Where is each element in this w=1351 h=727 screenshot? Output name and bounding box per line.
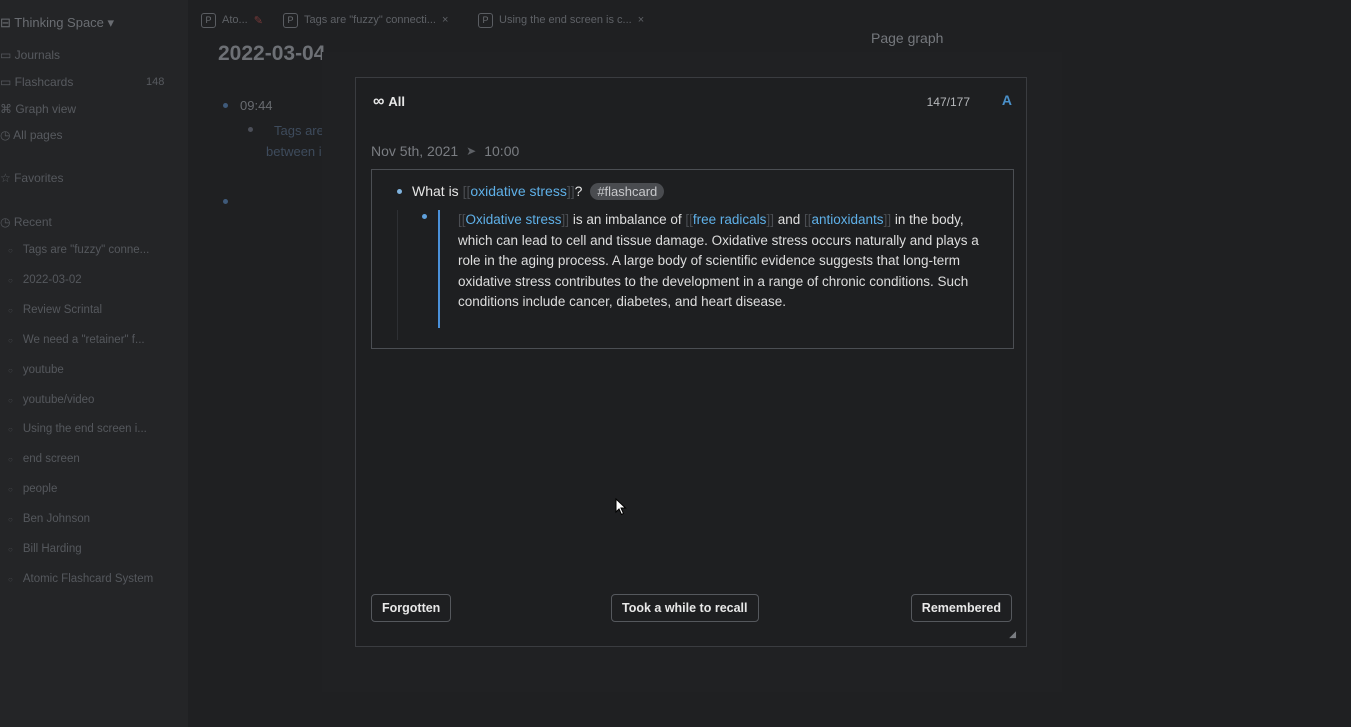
page-link[interactable]: antioxidants [812,212,884,227]
left-sidebar: ⊟ Thinking Space ▾ ▭ Journals ▭ Flashcar… [0,0,188,727]
clock-icon: ◷ [0,215,14,229]
tab-item[interactable]: P Tags are "fuzzy" connecti... × [283,8,448,32]
sidebar-item-flashcards[interactable]: ▭ Flashcards [0,75,73,89]
sidebar-item-graph-view[interactable]: ⌘ Graph view [0,102,76,116]
star-icon: ☆ [0,171,15,185]
workspace-selector[interactable]: ⊟ Thinking Space ▾ [0,15,114,31]
deck-selector[interactable]: ∞ All [373,93,406,110]
recent-item[interactable]: youtube/video [8,394,178,406]
recent-item[interactable]: Using the end screen i... [8,423,178,435]
recent-item[interactable]: Atomic Flashcard System [8,573,178,585]
recent-item[interactable]: Tags are "fuzzy" conne... [8,244,178,256]
toggle-mode-icon[interactable]: A [1002,92,1012,108]
bullet-icon[interactable] [422,214,427,219]
page-link[interactable]: oxidative stress [470,183,566,199]
block-time: 09:44 [240,98,273,113]
favorites-header[interactable]: ☆ Favorites [0,171,63,185]
tab-item[interactable]: P Ato... ✎ [201,8,263,32]
bullet-icon [223,103,228,108]
journal-date[interactable]: Nov 5th, 2021 [371,143,458,159]
remembered-button[interactable]: Remembered [910,594,1012,622]
recent-item[interactable]: end screen [8,453,178,465]
flashcard-icon: ▭ [0,75,15,89]
recent-item[interactable]: Bill Harding [8,543,178,555]
bullet-icon[interactable] [397,189,402,194]
bullet-icon [223,199,228,204]
calendar-icon: ▭ [0,48,15,62]
flashcard-content: What is [[oxidative stress]]? #flashcard… [371,169,1014,349]
pin-icon: ✎ [253,14,263,27]
recent-item[interactable]: Review Scrintal [8,304,178,316]
sidebar-item-all-pages[interactable]: ◷ All pages [0,128,63,142]
tab-item[interactable]: P Using the end screen is c... × [478,8,644,32]
bullet-icon [248,127,253,132]
graph-icon: ⌘ [0,102,16,116]
recent-item[interactable]: We need a "retainer" f... [8,334,178,346]
block-text: between i [266,144,322,159]
page-icon: P [201,12,216,28]
page-icon: P [478,12,493,28]
recent-header[interactable]: ◷ Recent [0,215,52,229]
recent-item[interactable]: youtube [8,364,178,376]
sidebar-item-journals[interactable]: ▭ Journals [0,48,60,62]
page-icon: P [283,12,298,28]
deck-name: All [388,94,406,109]
thread-guide [397,210,398,340]
block-date-breadcrumb: Nov 5th, 2021 ➤ 10:00 [371,143,519,159]
workspace-name: Thinking Space [14,15,104,30]
forgotten-button[interactable]: Forgotten [371,594,452,622]
recent-item[interactable]: people [8,483,178,495]
flashcard-tag[interactable]: #flashcard [590,183,665,200]
page-link[interactable]: Oxidative stress [466,212,562,227]
block-text: Tags are [274,123,324,138]
page-title: 2022-03-04 [218,42,326,65]
flashcard-count: 148 [146,76,165,88]
recent-item[interactable]: 2022-03-02 [8,274,178,286]
infinity-icon: ∞ [373,93,385,110]
pages-icon: ◷ [0,128,14,142]
took-a-while-button[interactable]: Took a while to recall [611,594,759,622]
flashcard-question[interactable]: What is [[oxidative stress]]? #flashcard [412,183,665,200]
mouse-cursor-icon [615,498,627,516]
resize-handle-icon[interactable]: ◢ [1009,629,1016,640]
page-graph-title[interactable]: Page graph [871,30,943,46]
chevron-down-icon: ▾ [107,15,115,30]
workspace-icon: ⊟ [0,15,11,30]
arrow-right-icon: ➤ [466,144,477,158]
page-link[interactable]: free radicals [693,212,767,227]
card-counter: 147/177 [926,95,970,109]
close-icon[interactable]: × [442,14,448,26]
recent-item[interactable]: Ben Johnson [8,513,178,525]
flashcard-modal: ∞ All 147/177 A Nov 5th, 2021 ➤ 10:00 Wh… [355,77,1027,647]
close-icon[interactable]: × [638,14,644,26]
flashcard-answer[interactable]: [[Oxidative stress]] is an imbalance of … [438,210,998,328]
block-time: 10:00 [484,143,520,159]
